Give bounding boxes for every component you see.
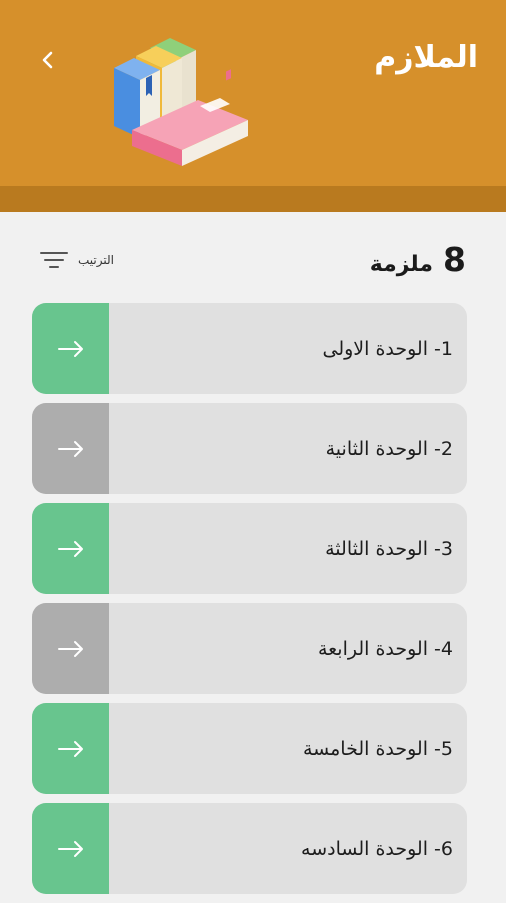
list-item[interactable]: 2- الوحدة الثانية	[32, 403, 467, 494]
arrow-right-icon	[57, 640, 83, 657]
arrow-right-icon	[57, 840, 83, 857]
list-item[interactable]: 1- الوحدة الاولى	[32, 303, 467, 394]
list-item[interactable]: 4- الوحدة الرابعة	[32, 603, 467, 694]
list-item[interactable]: 5- الوحدة الخامسة	[32, 703, 467, 794]
arrow-right-icon	[57, 740, 83, 757]
count-number: 8	[443, 240, 466, 279]
arrow-right-icon	[57, 340, 83, 357]
books-illustration	[114, 38, 248, 166]
unit-title: 2- الوحدة الثانية	[325, 437, 453, 460]
unit-title: 4- الوحدة الرابعة	[317, 637, 453, 660]
header-divider	[0, 186, 506, 212]
back-button[interactable]	[30, 42, 66, 78]
arrow-right-icon	[57, 540, 83, 557]
unit-title: 5- الوحدة الخامسة	[302, 737, 453, 760]
open-unit-button[interactable]	[32, 703, 109, 794]
open-unit-button[interactable]	[32, 603, 109, 694]
open-unit-button[interactable]	[32, 303, 109, 394]
chevron-left-icon	[42, 51, 53, 69]
list-item[interactable]: 6- الوحدة السادسه	[32, 803, 467, 894]
count-label: ملزمة	[369, 252, 434, 277]
page-title: الملازم	[374, 40, 478, 75]
unit-title: 1- الوحدة الاولى	[322, 337, 453, 360]
arrow-right-icon	[57, 440, 83, 457]
open-unit-button[interactable]	[32, 403, 109, 494]
sort-label: الترتيب	[78, 253, 114, 267]
open-unit-button[interactable]	[32, 803, 109, 894]
unit-title: 3- الوحدة الثالثة	[325, 537, 453, 560]
sort-button[interactable]: الترتيب	[40, 250, 114, 270]
units-count: 8 ملزمة	[370, 240, 466, 279]
app-header: الملازم	[0, 0, 506, 186]
unit-title: 6- الوحدة السادسه	[301, 837, 453, 860]
sort-lines-icon	[40, 252, 68, 268]
units-list: 1- الوحدة الاولى 2- الوحدة الثانية 3- ال…	[32, 303, 467, 903]
list-item[interactable]: 3- الوحدة الثالثة	[32, 503, 467, 594]
open-unit-button[interactable]	[32, 503, 109, 594]
